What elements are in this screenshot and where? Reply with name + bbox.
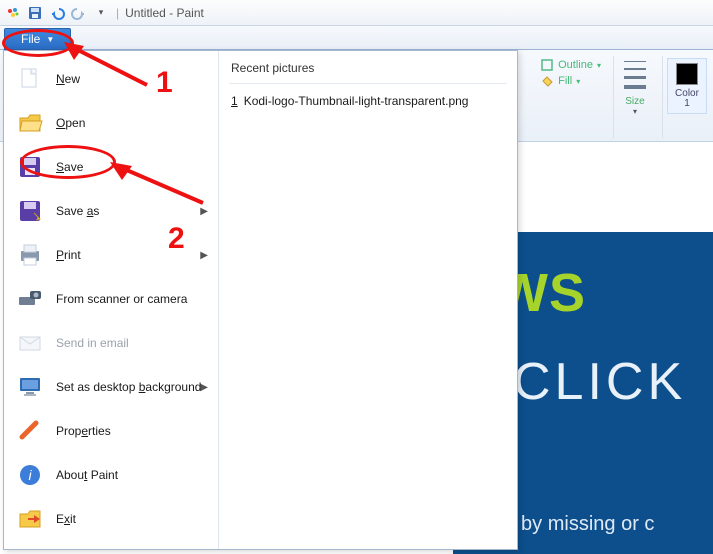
menu-desktop[interactable]: Set as desktop background ▶	[4, 365, 218, 409]
menu-scanner[interactable]: From scanner or camera	[4, 277, 218, 321]
window-title: Untitled - Paint	[125, 6, 204, 20]
submenu-arrow-icon: ▶	[200, 206, 208, 217]
recent-pictures-header: Recent pictures	[229, 57, 507, 84]
menu-email: Send in email	[4, 321, 218, 365]
ribbon-color1-group[interactable]: Color 1	[662, 56, 711, 138]
menu-print-label: Print	[56, 248, 81, 262]
submenu-arrow-icon: ▶	[200, 382, 208, 393]
menu-properties[interactable]: Properties	[4, 409, 218, 453]
file-menu-panel: New Open Save Save as ▶ Print	[3, 50, 518, 550]
menu-email-label: Send in email	[56, 336, 129, 350]
menu-scanner-label: From scanner or camera	[56, 292, 187, 306]
menu-open-label: Open	[56, 116, 85, 130]
redo-icon[interactable]	[70, 4, 88, 22]
title-separator: |	[116, 6, 119, 20]
menu-save-label: Save	[56, 160, 83, 174]
menu-save-as-label: Save as	[56, 204, 99, 218]
ribbon-right: Outline ▾ Fill ▾ Size ▾ Color 1	[534, 56, 711, 138]
properties-icon	[14, 415, 46, 447]
recent-item-num: 1	[231, 94, 238, 108]
chevron-down-icon: ▾	[576, 77, 580, 86]
save-icon[interactable]	[26, 4, 44, 22]
menu-save[interactable]: Save	[4, 145, 218, 189]
email-icon	[14, 327, 46, 359]
outline-label: Outline	[558, 59, 593, 71]
chevron-down-icon: ▾	[633, 107, 637, 116]
quick-access-toolbar: ▾	[4, 4, 110, 22]
paint-app-icon	[4, 4, 22, 22]
outline-icon	[540, 58, 554, 72]
ribbon-tab-row: File ▼	[0, 26, 713, 50]
ribbon-outline-fill: Outline ▾ Fill ▾	[534, 56, 607, 138]
menu-properties-label: Properties	[56, 424, 111, 438]
chevron-down-icon: ▾	[597, 61, 601, 70]
exit-icon	[14, 503, 46, 535]
file-tab[interactable]: File ▼	[4, 28, 71, 50]
recent-item[interactable]: 1 Kodi-logo-Thumbnail-light-transparent.p…	[229, 90, 507, 112]
size-label: Size	[625, 96, 644, 107]
menu-about-label: About Paint	[56, 468, 118, 482]
outline-button[interactable]: Outline ▾	[540, 58, 601, 72]
canvas-text-click: CLICK	[513, 352, 686, 412]
desktop-icon	[14, 371, 46, 403]
new-icon	[14, 63, 46, 95]
chevron-down-icon: ▼	[46, 35, 54, 44]
submenu-arrow-icon: ▶	[200, 250, 208, 261]
save-as-icon	[14, 195, 46, 227]
undo-icon[interactable]	[48, 4, 66, 22]
menu-open[interactable]: Open	[4, 101, 218, 145]
menu-print[interactable]: Print ▶	[4, 233, 218, 277]
open-icon	[14, 107, 46, 139]
save-menu-icon	[14, 151, 46, 183]
menu-exit-label: Exit	[56, 512, 76, 526]
fill-icon	[540, 74, 554, 88]
recent-item-name: Kodi-logo-Thumbnail-light-transparent.pn…	[244, 94, 469, 108]
menu-new[interactable]: New	[4, 57, 218, 101]
file-menu-left: New Open Save Save as ▶ Print	[4, 51, 219, 549]
color1-label: Color 1	[675, 89, 699, 109]
fill-label: Fill	[558, 75, 572, 87]
about-icon: i	[14, 459, 46, 491]
scanner-icon	[14, 283, 46, 315]
file-menu-right: Recent pictures 1 Kodi-logo-Thumbnail-lig…	[219, 51, 517, 549]
qat-dropdown-icon[interactable]: ▾	[92, 4, 110, 22]
menu-new-label: New	[56, 72, 80, 86]
color1-swatch	[676, 63, 698, 85]
menu-save-as[interactable]: Save as ▶	[4, 189, 218, 233]
ribbon-size-group[interactable]: Size ▾	[613, 56, 656, 138]
print-icon	[14, 239, 46, 271]
title-bar: ▾ | Untitled - Paint	[0, 0, 713, 26]
file-tab-label: File	[21, 32, 40, 46]
menu-desktop-label: Set as desktop background	[56, 380, 201, 394]
size-icon	[620, 58, 650, 92]
fill-button[interactable]: Fill ▾	[540, 74, 601, 88]
menu-exit[interactable]: Exit	[4, 497, 218, 541]
menu-about[interactable]: i About Paint	[4, 453, 218, 497]
